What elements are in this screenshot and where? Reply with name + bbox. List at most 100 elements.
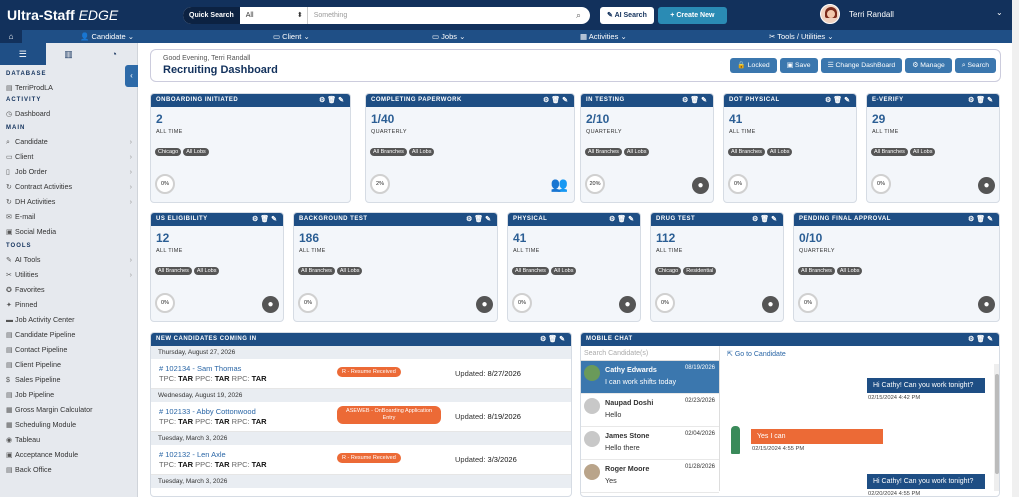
- chevron-down-icon[interactable]: ⌄: [996, 8, 1003, 17]
- candidate-search-input[interactable]: Search Candidate(s): [581, 346, 719, 361]
- sidebar-item-contact-pipeline[interactable]: ▤ Contact Pipeline: [0, 342, 137, 357]
- pie-chart-icon[interactable]: ◔: [91, 43, 137, 65]
- user-icon: ●: [262, 296, 279, 313]
- search-button[interactable]: ⌕ Search: [954, 58, 996, 73]
- progress-circle: 0%: [728, 174, 748, 194]
- card-value: 0/10: [799, 231, 823, 245]
- go-to-candidate-link[interactable]: ⇱ Go to Candidate: [727, 350, 999, 358]
- nav-tools-utilities[interactable]: ✂ Tools / Utilities ⌄: [769, 32, 834, 41]
- nav-candidate[interactable]: 👤 Candidate ⌄: [80, 32, 134, 41]
- panel-tools[interactable]: ⚙🗑✎: [540, 333, 567, 346]
- card-tools[interactable]: ⚙🗑✎: [466, 213, 493, 226]
- locked-button[interactable]: 🔒 Locked: [730, 58, 777, 73]
- card-tools[interactable]: ⚙🗑✎: [968, 94, 995, 107]
- chat-contact[interactable]: Cathy Edwards 08/19/2026 I can work shifts…: [581, 361, 719, 394]
- search-icon[interactable]: ⌕: [576, 10, 590, 21]
- manage-button[interactable]: ⚙ Manage: [905, 58, 952, 73]
- save-button[interactable]: ▣ Save: [779, 58, 818, 73]
- home-icon[interactable]: ⌂: [0, 30, 22, 43]
- chat-message-incoming: Hi Cathy! Can you work tonight?: [867, 474, 985, 489]
- kpi-card[interactable]: IN TESTING ⚙🗑✎ 2/10 QUARTERLY All Branches Al…: [580, 93, 714, 203]
- user-menu[interactable]: Terri Randall ⌄: [820, 4, 1003, 24]
- sidebar-item-dashboard[interactable]: ◷ Dashboard: [0, 106, 137, 121]
- kpi-card[interactable]: PHYSICAL ⚙🗑✎ 41 ALL TIME All Branches All Lob…: [507, 212, 641, 322]
- progress-circle: 0%: [798, 293, 818, 313]
- filter-tag: All Lobs: [183, 148, 209, 156]
- card-tools[interactable]: ⚙🗑✎: [543, 94, 570, 107]
- quick-search-label: Quick Search: [183, 6, 240, 24]
- candidate-link[interactable]: # 102133 - Abby Cottonwood: [159, 407, 256, 416]
- sidebar-item-database[interactable]: ▤ TerriProdLA: [0, 80, 137, 95]
- sidebar-item-gross-margin-calculator[interactable]: ▦ Gross Margin Calculator: [0, 402, 137, 417]
- collapse-sidebar-button[interactable]: ‹: [125, 65, 138, 87]
- sidebar-item-scheduling-module[interactable]: ▦ Scheduling Module: [0, 417, 137, 432]
- sidebar-item-job-activity-center[interactable]: ▬ Job Activity Center: [0, 312, 137, 327]
- card-tools[interactable]: ⚙🗑✎: [752, 213, 779, 226]
- change-dashboard-button[interactable]: ☰ Change DashBoard: [820, 58, 903, 73]
- panel-tools[interactable]: ⚙🗑✎: [968, 333, 995, 346]
- table-row[interactable]: # 102132 - Len Axle TPC: TAR PPC: TAR RP…: [151, 445, 571, 475]
- chat-scrollbar[interactable]: [994, 364, 999, 491]
- kpi-card[interactable]: US ELIGIBILITY ⚙🗑✎ 12 ALL TIME All Branches A…: [150, 212, 284, 322]
- candidate-link[interactable]: # 102132 - Len Axle: [159, 450, 226, 459]
- card-tools[interactable]: ⚙🗑✎: [682, 94, 709, 107]
- kpi-card[interactable]: ONBOARDING INITIATED ⚙🗑✎ 2 ALL TIME Chicago A…: [150, 93, 351, 203]
- sidebar-item-contract-activities[interactable]: ↻ Contract Activities ›: [0, 179, 137, 194]
- menu-icon[interactable]: ☰: [0, 43, 46, 65]
- card-tools[interactable]: ⚙🗑✎: [319, 94, 346, 107]
- sidebar-item-back-office[interactable]: ▤ Back Office: [0, 462, 137, 477]
- sidebar-item-email[interactable]: ✉ E-mail: [0, 209, 137, 224]
- briefcase-icon: ▬: [6, 317, 13, 324]
- nav-jobs[interactable]: ▭ Jobs ⌄: [432, 32, 465, 41]
- sidebar-item-job-pipeline[interactable]: ▤ Job Pipeline: [0, 387, 137, 402]
- search-input[interactable]: Something: [308, 12, 576, 19]
- sidebar-item-candidate-pipeline[interactable]: ▤ Candidate Pipeline: [0, 327, 137, 342]
- sidebar-item-sales-pipeline[interactable]: $ Sales Pipeline: [0, 372, 137, 387]
- table-row[interactable]: # 102133 - Abby Cottonwood TPC: TAR PPC:…: [151, 402, 571, 432]
- filter-tag: All Branches: [298, 267, 335, 275]
- filter-tag: Residential: [683, 267, 717, 275]
- sidebar-item-candidate[interactable]: ⌕ Candidate ›: [0, 134, 137, 149]
- create-new-button[interactable]: + Create New: [657, 6, 727, 24]
- candidate-link[interactable]: # 102134 - Sam Thomas: [159, 364, 241, 373]
- sidebar-item-acceptance-module[interactable]: ▣ Acceptance Module: [0, 447, 137, 462]
- sidebar-item-pinned[interactable]: ✦ Pinned: [0, 297, 137, 312]
- sidebar-item-client-pipeline[interactable]: ▤ Client Pipeline: [0, 357, 137, 372]
- kpi-card[interactable]: E-VERIFY ⚙🗑✎ 29 ALL TIME All Branches All Lob…: [866, 93, 1000, 203]
- card-tools[interactable]: ⚙🗑✎: [252, 213, 279, 226]
- app-logo[interactable]: Ultra-Staff EDGE: [7, 7, 177, 23]
- sidebar-item-utilities[interactable]: ✂ Utilities ›: [0, 267, 137, 282]
- table-row[interactable]: # 102134 - Sam Thomas TPC: TAR PPC: TAR …: [151, 359, 571, 389]
- card-tools[interactable]: ⚙🗑✎: [968, 213, 995, 226]
- sidebar-heading-activity: ACTIVITY: [6, 97, 42, 103]
- sidebar-item-tableau[interactable]: ◉ Tableau: [0, 432, 137, 447]
- sidebar-item-job-order[interactable]: ▯ Job Order ›: [0, 164, 137, 179]
- nav-client[interactable]: ▭ Client ⌄: [273, 32, 310, 41]
- nav-activities[interactable]: ▦ Activities ⌄: [580, 32, 627, 41]
- sidebar-item-social-media[interactable]: ▣ Social Media: [0, 224, 137, 239]
- ai-search-button[interactable]: ✎ AI Search: [600, 6, 654, 24]
- card-title: DRUG TEST: [656, 216, 696, 222]
- sidebar-item-client[interactable]: ▭ Client ›: [0, 149, 137, 164]
- chat-contact[interactable]: James Stone 02/04/2026 Hello there: [581, 427, 719, 460]
- page-scrollbar[interactable]: [1012, 0, 1019, 497]
- kpi-card[interactable]: BACKGROUND TEST ⚙🗑✎ 186 ALL TIME All Branche…: [293, 212, 498, 322]
- sidebar-item-dh-activities[interactable]: ↻ DH Activities ›: [0, 194, 137, 209]
- chat-contact[interactable]: Roger Moore 01/28/2026 Yes: [581, 460, 719, 493]
- kpi-card[interactable]: DRUG TEST ⚙🗑✎ 112 ALL TIME Chicago Residentia…: [650, 212, 784, 322]
- kpi-card[interactable]: DOT PHYSICAL ⚙🗑✎ 41 ALL TIME All Branches All…: [723, 93, 857, 203]
- kpi-card[interactable]: PENDING FINAL APPROVAL ⚙🗑✎ 0/10 QUARTERLY Al…: [793, 212, 1000, 322]
- progress-circle: 0%: [871, 174, 891, 194]
- search-scope-select[interactable]: All: [240, 6, 308, 24]
- office-icon: ▤: [6, 467, 13, 474]
- sidebar-item-favorites[interactable]: ✪ Favorites: [0, 282, 137, 297]
- card-header: E-VERIFY ⚙🗑✎: [867, 94, 999, 107]
- card-tools[interactable]: ⚙🗑✎: [609, 213, 636, 226]
- kpi-card[interactable]: COMPLETING PAPERWORK ⚙🗑✎ 1/40 QUARTERLY All …: [365, 93, 575, 203]
- bar-chart-icon[interactable]: ▥: [46, 43, 92, 65]
- card-tools[interactable]: ⚙🗑✎: [825, 94, 852, 107]
- sidebar-item-ai-tools[interactable]: ✎ AI Tools ›: [0, 252, 137, 267]
- chat-contact[interactable]: Naupad Doshi 02/23/2026 Hello: [581, 394, 719, 427]
- database-icon: ▤: [6, 85, 13, 92]
- card-title: PENDING FINAL APPROVAL: [799, 216, 891, 222]
